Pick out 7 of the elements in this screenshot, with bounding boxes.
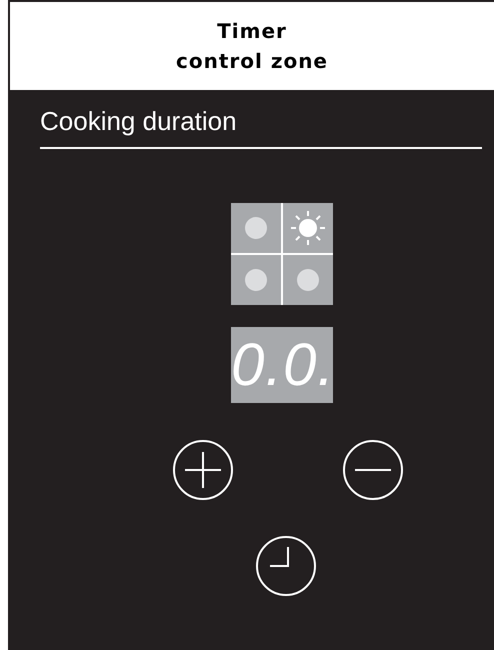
plus-button[interactable] [172, 439, 234, 501]
header-title: Timer [217, 18, 287, 45]
digit-display: 0.0. [231, 327, 333, 403]
panel-title: Cooking duration [40, 106, 237, 137]
minus-button[interactable] [342, 439, 404, 501]
clock-button[interactable] [255, 535, 317, 597]
header-title: control zone [176, 48, 328, 75]
